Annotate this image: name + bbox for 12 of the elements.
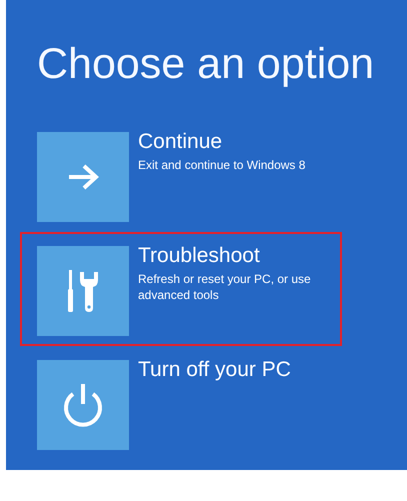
option-item[interactable]: Turn off your PC bbox=[20, 346, 342, 460]
tools-icon bbox=[68, 270, 98, 312]
option-label: Troubleshoot bbox=[138, 244, 260, 268]
option-item[interactable]: Continue Exit and continue to Windows 8 bbox=[20, 118, 342, 232]
option-item[interactable]: Troubleshoot Refresh or reset your PC, or use advanced tools bbox=[20, 232, 342, 346]
option-description: Refresh or reset your PC, or use advanced tools bbox=[138, 271, 312, 303]
page-title: Choose an option bbox=[36, 39, 376, 90]
power-icon bbox=[61, 382, 105, 428]
arrow-icon bbox=[67, 164, 99, 190]
option-label: Continue bbox=[138, 130, 222, 154]
option-description: Exit and continue to Windows 8 bbox=[138, 157, 306, 173]
option-label: Turn off your PC bbox=[138, 358, 291, 382]
